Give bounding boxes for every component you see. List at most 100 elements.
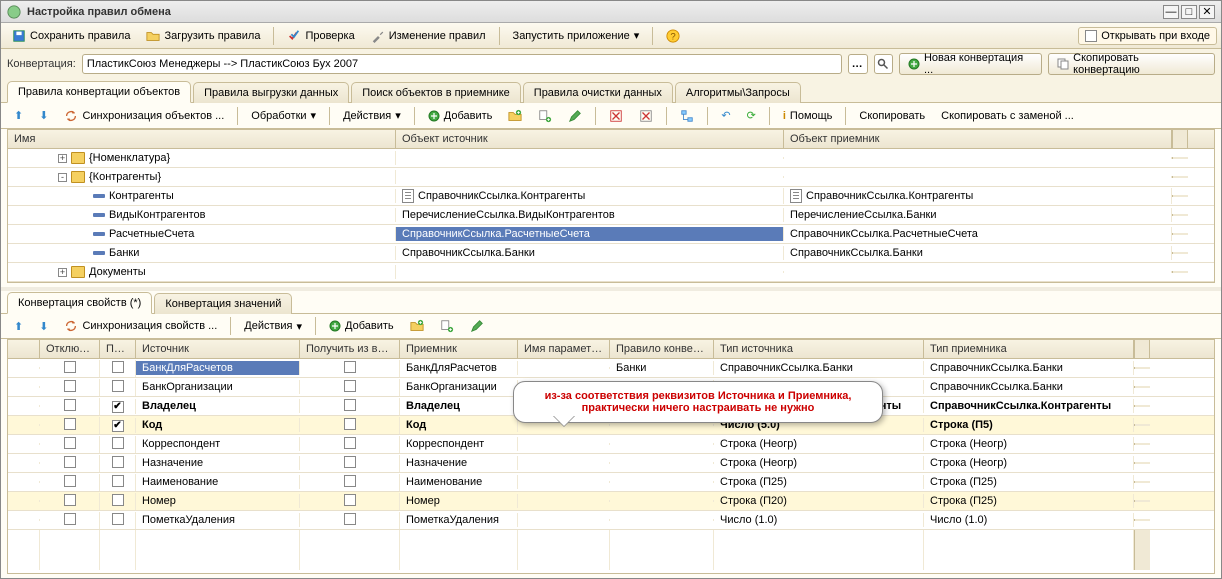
conversion-browse-button[interactable]: … bbox=[848, 54, 868, 74]
conversion-rule[interactable] bbox=[610, 462, 714, 464]
grid2-header[interactable]: Тип приемника bbox=[924, 340, 1134, 358]
target-type[interactable]: Строка (П5) bbox=[924, 418, 1134, 432]
from-incoming-checkbox[interactable] bbox=[344, 399, 356, 411]
table-row[interactable]: НомерНомерСтрока (П20)Строка (П25) bbox=[8, 492, 1214, 511]
param-name[interactable] bbox=[518, 481, 610, 483]
grid2-header[interactable]: Правило конверта... bbox=[610, 340, 714, 358]
disable-checkbox[interactable] bbox=[64, 380, 76, 392]
sync-properties-button[interactable]: Синхронизация свойств ... bbox=[57, 316, 224, 336]
conversion-input[interactable] bbox=[82, 54, 842, 74]
conversion-rule[interactable] bbox=[610, 443, 714, 445]
processings-button[interactable]: Обработки▾ bbox=[244, 106, 323, 125]
conversion-rule[interactable]: Банки bbox=[610, 361, 714, 375]
param-name[interactable] bbox=[518, 367, 610, 369]
prop-move-down-button[interactable]: ⬇ bbox=[32, 317, 55, 336]
mark-delete-button[interactable] bbox=[632, 106, 660, 126]
help-button[interactable]: ? bbox=[659, 26, 687, 46]
table-row[interactable]: НаименованиеНаименованиеСтрока (П25)Стро… bbox=[8, 473, 1214, 492]
table-row[interactable]: БанкДляРасчетовБанкДляРасчетовБанкиСправ… bbox=[8, 359, 1214, 378]
source-property[interactable]: Код bbox=[136, 418, 300, 432]
disable-checkbox[interactable] bbox=[64, 494, 76, 506]
from-incoming-checkbox[interactable] bbox=[344, 494, 356, 506]
prop-add-button[interactable]: Добавить bbox=[322, 317, 401, 335]
tab-object-conversion-rules[interactable]: Правила конвертации объектов bbox=[7, 81, 191, 103]
grid2-header[interactable]: Источник bbox=[136, 340, 300, 358]
source-property[interactable]: Назначение bbox=[136, 456, 300, 470]
target-object[interactable] bbox=[784, 157, 1172, 159]
change-rules-button[interactable]: Изменение правил bbox=[364, 26, 493, 46]
grid2-header[interactable]: Приемник bbox=[400, 340, 518, 358]
search-checkbox[interactable] bbox=[112, 513, 124, 525]
source-property[interactable]: Номер bbox=[136, 494, 300, 508]
source-property[interactable]: Наименование bbox=[136, 475, 300, 489]
sync-objects-button[interactable]: Синхронизация объектов ... bbox=[57, 106, 231, 126]
target-type[interactable]: Строка (П25) bbox=[924, 475, 1134, 489]
param-name[interactable] bbox=[518, 462, 610, 464]
param-name[interactable] bbox=[518, 443, 610, 445]
source-object[interactable]: СправочникСсылка.Банки bbox=[396, 246, 784, 260]
add-copy-button[interactable] bbox=[531, 106, 559, 126]
source-type[interactable]: Строка (Неогр) bbox=[714, 437, 924, 451]
close-button[interactable]: ✕ bbox=[1199, 5, 1215, 19]
disable-checkbox[interactable] bbox=[64, 456, 76, 468]
param-name[interactable] bbox=[518, 500, 610, 502]
copy-conversion-button[interactable]: Скопировать конвертацию bbox=[1048, 53, 1215, 75]
from-incoming-checkbox[interactable] bbox=[344, 380, 356, 392]
source-object[interactable] bbox=[396, 176, 784, 178]
target-type[interactable]: Число (1.0) bbox=[924, 513, 1134, 527]
target-object[interactable] bbox=[784, 176, 1172, 178]
search-checkbox[interactable]: ✔ bbox=[112, 401, 124, 413]
tab-search-in-receiver[interactable]: Поиск объектов в приемнике bbox=[351, 82, 521, 103]
tree-expander[interactable]: + bbox=[58, 268, 67, 277]
target-property[interactable]: Назначение bbox=[400, 456, 518, 470]
grid2-header[interactable]: Пои... bbox=[100, 340, 136, 358]
grid1-header[interactable]: Объект источник bbox=[396, 130, 784, 148]
target-property[interactable]: Код bbox=[400, 418, 518, 432]
disable-checkbox[interactable] bbox=[64, 513, 76, 525]
tab-export-rules[interactable]: Правила выгрузки данных bbox=[193, 82, 349, 103]
from-incoming-checkbox[interactable] bbox=[344, 437, 356, 449]
from-incoming-checkbox[interactable] bbox=[344, 418, 356, 430]
table-row[interactable]: КонтрагентыСправочникСсылка.КонтрагентыС… bbox=[8, 187, 1214, 206]
search-checkbox[interactable] bbox=[112, 437, 124, 449]
table-row[interactable]: РасчетныеСчетаСправочникСсылка.Расчетные… bbox=[8, 225, 1214, 244]
prop-move-up-button[interactable]: ⬆ bbox=[7, 317, 30, 336]
table-row[interactable]: ПометкаУдаления ПометкаУдаления Число (1.0… bbox=[8, 511, 1214, 530]
source-object[interactable]: СправочникСсылка.Контрагенты bbox=[396, 188, 784, 204]
target-type[interactable]: СправочникСсылка.Банки bbox=[924, 361, 1134, 375]
copy-rule-button[interactable]: Скопировать bbox=[852, 107, 932, 125]
grid2-header[interactable]: Получить из вход... bbox=[300, 340, 400, 358]
search-checkbox[interactable] bbox=[112, 361, 124, 373]
conversion-rule[interactable] bbox=[610, 481, 714, 483]
tab-cleanup-rules[interactable]: Правила очистки данных bbox=[523, 82, 673, 103]
target-property[interactable]: ПометкаУдаления bbox=[400, 513, 518, 527]
source-property[interactable]: Владелец bbox=[136, 399, 300, 413]
target-type[interactable]: СправочникСсылка.Контрагенты bbox=[924, 399, 1134, 413]
tree-expander[interactable]: - bbox=[58, 173, 67, 182]
run-app-button[interactable]: Запустить приложение ▾ bbox=[506, 26, 647, 45]
source-property[interactable]: ПометкаУдаления bbox=[136, 513, 300, 527]
actions-button[interactable]: Действия▾ bbox=[336, 106, 408, 125]
tab-property-conversion[interactable]: Конвертация свойств (*) bbox=[7, 292, 152, 314]
grid1-header[interactable]: Имя bbox=[8, 130, 396, 148]
new-conversion-button[interactable]: Новая конвертация ... bbox=[899, 53, 1042, 75]
disable-checkbox[interactable] bbox=[64, 475, 76, 487]
target-object[interactable] bbox=[784, 271, 1172, 273]
move-up-button[interactable]: ⬆ bbox=[7, 106, 30, 125]
disable-checkbox[interactable] bbox=[64, 399, 76, 411]
properties-grid[interactable]: Отключи...Пои...ИсточникПолучить из вход… bbox=[7, 339, 1215, 574]
refresh-button[interactable]: ⟳ bbox=[740, 106, 763, 125]
copy-replace-button[interactable]: Скопировать с заменой ... bbox=[934, 107, 1081, 125]
target-type[interactable]: Строка (Неогр) bbox=[924, 437, 1134, 451]
edit-button[interactable] bbox=[561, 106, 589, 126]
search-checkbox[interactable] bbox=[112, 475, 124, 487]
source-type[interactable]: Строка (П25) bbox=[714, 475, 924, 489]
target-property[interactable]: БанкДляРасчетов bbox=[400, 361, 518, 375]
source-object[interactable]: СправочникСсылка.РасчетныеСчета bbox=[396, 227, 784, 241]
minimize-button[interactable]: — bbox=[1163, 5, 1179, 19]
tree-expander[interactable]: + bbox=[58, 154, 67, 163]
target-object[interactable]: СправочникСсылка.РасчетныеСчета bbox=[784, 227, 1172, 241]
search-checkbox[interactable] bbox=[112, 456, 124, 468]
table-row[interactable]: НазначениеНазначениеСтрока (Неогр)Строка… bbox=[8, 454, 1214, 473]
target-object[interactable]: СправочникСсылка.Банки bbox=[784, 246, 1172, 260]
